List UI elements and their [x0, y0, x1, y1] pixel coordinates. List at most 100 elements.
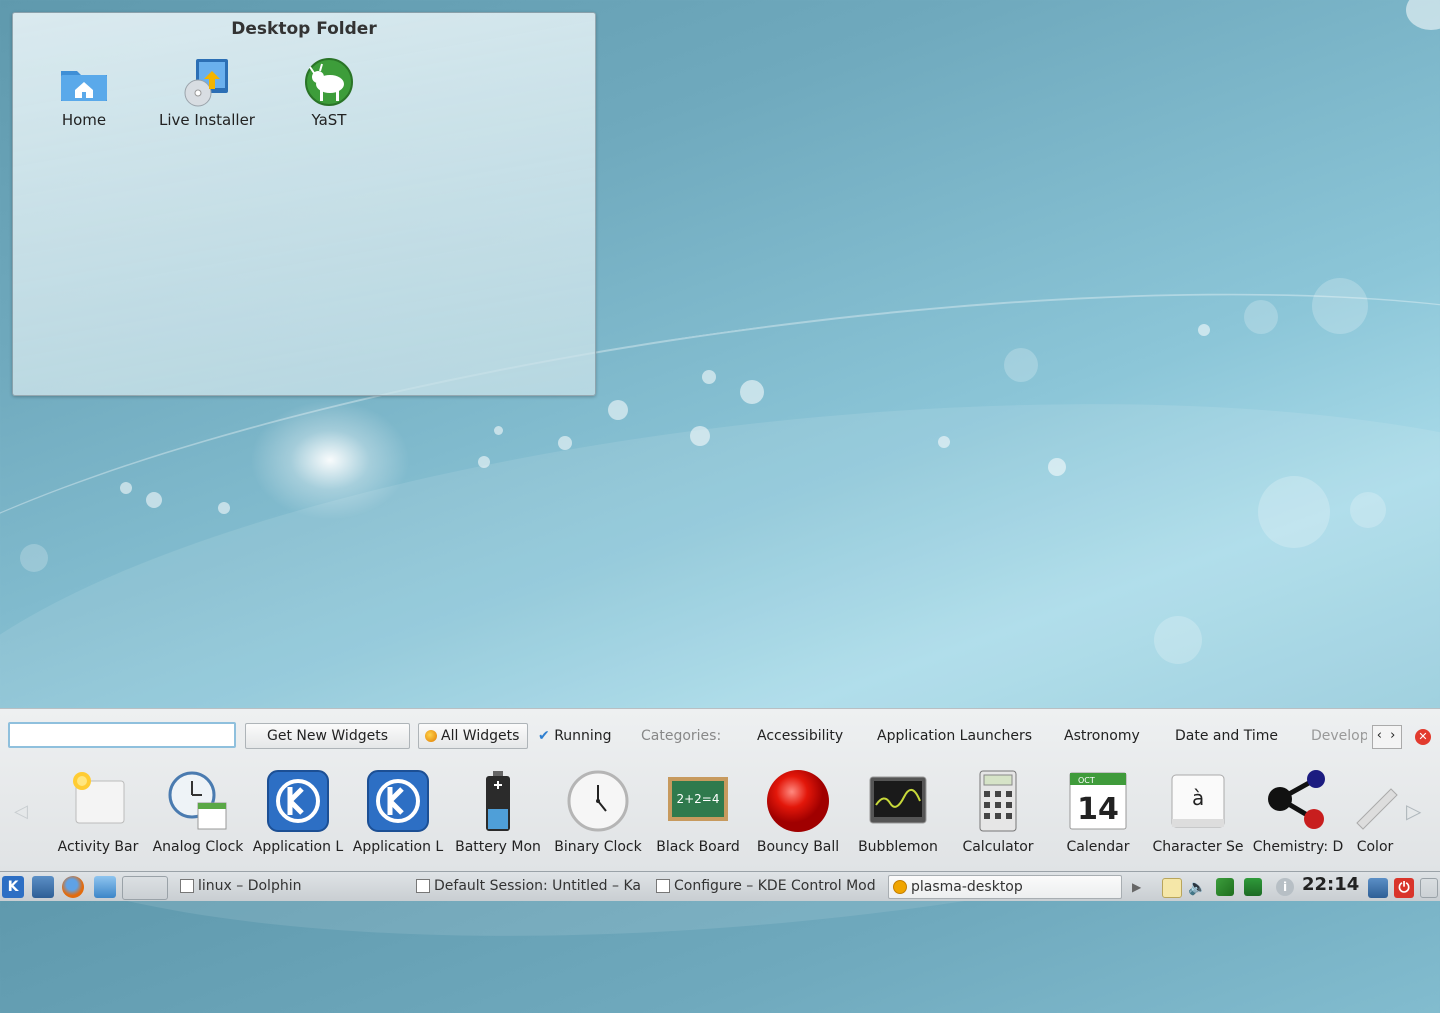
kde-launcher-icon	[366, 769, 430, 833]
category-application-launchers[interactable]: Application Launchers	[877, 723, 1032, 749]
wallpaper-bubble	[218, 502, 230, 514]
wallpaper-bubble	[690, 426, 710, 446]
blackboard-icon: 2+2=4	[666, 769, 730, 833]
pager-icon[interactable]	[122, 876, 168, 900]
lock-screen-icon[interactable]	[1368, 878, 1388, 898]
home-folder-icon	[59, 57, 109, 107]
plasma-icon	[893, 880, 907, 894]
clipboard-icon[interactable]	[1162, 878, 1182, 898]
widget-application-launcher[interactable]: Application L	[250, 769, 346, 855]
widget-bubblemon[interactable]: Bubblemon	[850, 769, 946, 855]
widgets-icon	[425, 730, 437, 742]
widget-label: Color	[1356, 839, 1394, 855]
tray-expand-arrow-icon[interactable]: ▶	[1132, 878, 1144, 896]
chemistry-icon	[1266, 769, 1330, 833]
wallpaper-bubble	[1350, 492, 1386, 528]
widget-battery-monitor[interactable]: Battery Mon	[450, 769, 546, 855]
widget-calendar[interactable]: OCT 14 Calendar	[1050, 769, 1146, 855]
widget-label: Battery Mon	[455, 839, 541, 855]
desktop-icon-label: Live Installer	[159, 111, 255, 129]
info-icon[interactable]: i	[1276, 878, 1294, 896]
wallpaper-bubble	[20, 544, 48, 572]
folder-title: Desktop Folder	[231, 19, 377, 39]
widget-black-board[interactable]: 2+2=4 Black Board	[650, 769, 746, 855]
desktop-icon-home[interactable]: Home	[29, 57, 139, 129]
window-icon	[180, 879, 194, 893]
close-explorer-icon[interactable]: ✕	[1415, 729, 1431, 745]
wallpaper-bubble	[938, 436, 950, 448]
task-plasma-desktop[interactable]: plasma-desktop	[888, 875, 1122, 899]
power-icon[interactable]: ⏻	[1394, 878, 1414, 898]
wallpaper-bubble	[608, 400, 628, 420]
widget-label: Chemistry: D	[1252, 839, 1344, 855]
widget-analog-clock[interactable]: Analog Clock	[150, 769, 246, 855]
category-scroll-arrows[interactable]: ‹ ›	[1372, 725, 1402, 749]
file-manager-icon[interactable]	[94, 876, 116, 898]
binary-clock-icon	[566, 769, 630, 833]
category-date-and-time[interactable]: Date and Time	[1175, 723, 1278, 749]
task-kate[interactable]: Default Session: Untitled – Ka	[412, 875, 642, 897]
widget-label: Calendar	[1066, 839, 1130, 855]
update-notifier-icon[interactable]	[1244, 878, 1262, 896]
bubblemon-icon	[866, 769, 930, 833]
task-dolphin[interactable]: linux – Dolphin	[176, 875, 404, 897]
widget-application-launcher-2[interactable]: Application L	[350, 769, 446, 855]
blackboard-text: 2+2=4	[676, 792, 719, 806]
widget-activity-bar[interactable]: Activity Bar	[50, 769, 146, 855]
widget-label: Black Board	[656, 839, 740, 855]
wallpaper-bubble	[494, 426, 503, 435]
wallpaper-bubble	[1154, 616, 1202, 664]
wallpaper-bubble	[702, 370, 716, 384]
widget-color-picker[interactable]: Color	[1340, 769, 1410, 855]
widget-explorer: Get New Widgets All Widgets ✔ Running Ca…	[0, 708, 1440, 872]
battery-icon	[466, 769, 530, 833]
widget-label: Bubblemon	[858, 839, 938, 855]
wallpaper-bubble	[478, 456, 490, 468]
filter-running[interactable]: ✔ Running	[538, 723, 612, 749]
wallpaper-bubble	[1258, 476, 1330, 548]
calendar-month: OCT	[1078, 776, 1095, 785]
category-development[interactable]: Develop	[1311, 723, 1367, 749]
task-control-module[interactable]: Configure – KDE Control Mod	[652, 875, 878, 897]
cashew-icon[interactable]	[1420, 878, 1438, 898]
wallpaper-bubble	[1198, 324, 1210, 336]
firefox-icon[interactable]	[62, 876, 84, 898]
categories-label: Categories:	[641, 728, 722, 744]
widget-chemistry[interactable]: Chemistry: D	[1250, 769, 1346, 855]
wallpaper-bubble	[740, 380, 764, 404]
wallpaper-bubble	[1048, 458, 1066, 476]
widget-bouncy-ball[interactable]: Bouncy Ball	[750, 769, 846, 855]
desktop-folder-widget[interactable]: Desktop Folder Home Live Installer YaST	[12, 12, 596, 396]
widget-binary-clock[interactable]: Binary Clock	[550, 769, 646, 855]
calendar-day: 14	[1077, 792, 1119, 827]
wallpaper-bubble	[558, 436, 572, 450]
task-label: Default Session: Untitled – Ka	[434, 878, 641, 894]
filter-all-widgets[interactable]: All Widgets	[418, 723, 528, 749]
widget-character-selector[interactable]: à Character Se	[1150, 769, 1246, 855]
volume-icon[interactable]: 🔈	[1188, 878, 1207, 896]
scroll-left-arrow-icon[interactable]: ◁	[14, 801, 28, 822]
desktop-icon-live-installer[interactable]: Live Installer	[152, 57, 262, 129]
task-label: Configure – KDE Control Mod	[674, 878, 876, 894]
calendar-icon: OCT 14	[1066, 769, 1130, 833]
desktop-icon-label: Home	[61, 111, 107, 129]
task-label: linux – Dolphin	[198, 878, 302, 894]
wallpaper-bubble	[1244, 300, 1278, 334]
character-glyph: à	[1192, 786, 1204, 810]
widget-label: Application L	[352, 839, 444, 855]
widget-search-input[interactable]	[8, 722, 236, 748]
kde-menu-icon[interactable]: K	[2, 876, 24, 898]
widget-label: Application L	[252, 839, 344, 855]
system-settings-icon[interactable]	[32, 876, 54, 898]
clock[interactable]: 22:14	[1302, 874, 1359, 895]
network-icon[interactable]	[1216, 878, 1234, 896]
widget-calculator[interactable]: Calculator	[950, 769, 1046, 855]
desktop-icon-label: YaST	[311, 111, 347, 129]
wallpaper-bubble	[120, 482, 132, 494]
category-accessibility[interactable]: Accessibility	[757, 723, 843, 749]
category-astronomy[interactable]: Astronomy	[1064, 723, 1140, 749]
widget-label: Activity Bar	[57, 839, 139, 855]
get-new-widgets-button[interactable]: Get New Widgets	[245, 723, 410, 749]
desktop-icon-yast[interactable]: YaST	[274, 57, 384, 129]
filter-label: Running	[554, 728, 612, 744]
